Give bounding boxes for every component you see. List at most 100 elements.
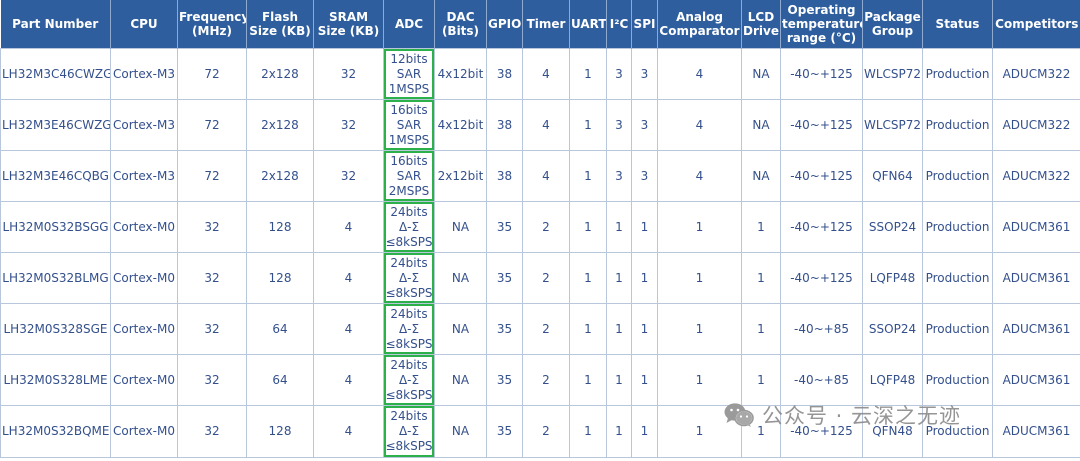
- cell-part-number: LH32M0S328SGE: [0, 303, 111, 355]
- cell-spi: 1: [631, 252, 658, 304]
- cell-adc: 24bits Δ-Σ ≤8kSPS: [383, 405, 435, 458]
- cell-competitors: ADUCM361: [992, 252, 1080, 304]
- cell-competitors: ADUCM322: [992, 48, 1080, 100]
- cell-i2c: 3: [606, 150, 632, 202]
- cell-lcd-driver: 1: [741, 354, 781, 406]
- adc-line: 24bits: [390, 306, 428, 321]
- cell-sram-size: 4: [313, 405, 384, 458]
- cell-part-number: LH32M0S328LME: [0, 354, 111, 406]
- adc-line: Δ-Σ: [398, 219, 420, 234]
- cell-adc: 24bits Δ-Σ ≤8kSPS: [383, 201, 435, 253]
- cell-uart: 1: [569, 405, 607, 458]
- cell-sram-size: 4: [313, 252, 384, 304]
- col-header-dac: DAC (Bits): [434, 0, 487, 49]
- cell-operating-temperature: -40~+125: [780, 99, 863, 151]
- cell-competitors: ADUCM361: [992, 405, 1080, 458]
- cell-frequency: 72: [177, 150, 247, 202]
- table-row: LH32M0S328LME Cortex-M0 32 64 4 24bits Δ-Σ ≤8kS…: [0, 354, 1080, 406]
- cell-uart: 1: [569, 303, 607, 355]
- cell-sram-size: 32: [313, 150, 384, 202]
- adc-line: 16bits: [390, 153, 428, 168]
- cell-part-number: LH32M3E46CQBG: [0, 150, 111, 202]
- table-row: LH32M3C46CWZG Cortex-M3 72 2x128 32 12bits SAR…: [0, 48, 1080, 100]
- cell-i2c: 1: [606, 201, 632, 253]
- cell-frequency: 72: [177, 48, 247, 100]
- cell-frequency: 32: [177, 201, 247, 253]
- product-table: Part Number CPU Frequency (MHz) Flash Si…: [0, 0, 1080, 458]
- cell-frequency: 32: [177, 303, 247, 355]
- cell-cpu: Cortex-M3: [110, 150, 178, 202]
- col-header-status: Status: [922, 0, 993, 49]
- cell-dac: NA: [434, 354, 487, 406]
- cell-lcd-driver: 1: [741, 303, 781, 355]
- cell-gpio: 35: [486, 252, 523, 304]
- cell-cpu: Cortex-M0: [110, 303, 178, 355]
- col-header-package-group: Package Group: [862, 0, 923, 49]
- table-row: LH32M0S32BLMG Cortex-M0 32 128 4 24bits Δ-Σ ≤8k…: [0, 252, 1080, 304]
- cell-spi: 1: [631, 354, 658, 406]
- cell-gpio: 35: [486, 201, 523, 253]
- cell-spi: 1: [631, 201, 658, 253]
- watermark: 公众号 · 云深之无迹: [724, 400, 961, 430]
- col-header-spi: SPI: [631, 0, 658, 49]
- adc-line: 1MSPS: [388, 132, 430, 147]
- cell-sram-size: 32: [313, 99, 384, 151]
- cell-status: Production: [922, 354, 993, 406]
- cell-analog-comparator: 1: [657, 303, 742, 355]
- cell-analog-comparator: 4: [657, 150, 742, 202]
- cell-competitors: ADUCM361: [992, 303, 1080, 355]
- cell-flash-size: 128: [246, 201, 314, 253]
- cell-i2c: 3: [606, 48, 632, 100]
- cell-competitors: ADUCM361: [992, 354, 1080, 406]
- cell-cpu: Cortex-M3: [110, 48, 178, 100]
- adc-line: SAR: [396, 66, 422, 81]
- cell-status: Production: [922, 48, 993, 100]
- adc-line: SAR: [396, 117, 422, 132]
- cell-lcd-driver: NA: [741, 99, 781, 151]
- cell-timer: 2: [522, 252, 570, 304]
- cell-adc: 24bits Δ-Σ ≤8kSPS: [383, 354, 435, 406]
- cell-cpu: Cortex-M0: [110, 405, 178, 458]
- cell-operating-temperature: -40~+85: [780, 354, 863, 406]
- cell-frequency: 32: [177, 405, 247, 458]
- cell-status: Production: [922, 150, 993, 202]
- adc-line: 12bits: [390, 51, 428, 66]
- cell-spi: 3: [631, 150, 658, 202]
- adc-line: Δ-Σ: [398, 424, 420, 438]
- cell-timer: 4: [522, 99, 570, 151]
- cell-competitors: ADUCM322: [992, 150, 1080, 202]
- col-header-operating-temperature: Operating temperature range (°C): [780, 0, 863, 49]
- cell-gpio: 38: [486, 48, 523, 100]
- cell-dac: 4x12bit: [434, 99, 487, 151]
- cell-operating-temperature: -40~+125: [780, 48, 863, 100]
- cell-status: Production: [922, 252, 993, 304]
- table-row: LH32M3E46CWZG Cortex-M3 72 2x128 32 16bits SAR…: [0, 99, 1080, 151]
- cell-dac: 4x12bit: [434, 48, 487, 100]
- cell-spi: 1: [631, 303, 658, 355]
- col-header-lcd-driver: LCD Driver: [741, 0, 781, 49]
- cell-uart: 1: [569, 252, 607, 304]
- table-row: LH32M0S32BSGG Cortex-M0 32 128 4 24bits Δ-Σ ≤8k…: [0, 201, 1080, 253]
- cell-operating-temperature: -40~+125: [780, 150, 863, 202]
- col-header-analog-comparator: Analog Comparator: [657, 0, 742, 49]
- cell-status: Production: [922, 201, 993, 253]
- cell-adc: 24bits Δ-Σ ≤8kSPS: [383, 252, 435, 304]
- cell-lcd-driver: 1: [741, 252, 781, 304]
- cell-dac: 2x12bit: [434, 150, 487, 202]
- cell-sram-size: 32: [313, 48, 384, 100]
- cell-analog-comparator: 4: [657, 48, 742, 100]
- cell-dac: NA: [434, 405, 487, 458]
- cell-cpu: Cortex-M3: [110, 99, 178, 151]
- cell-i2c: 1: [606, 303, 632, 355]
- cell-package-group: SSOP24: [862, 303, 923, 355]
- adc-line: ≤8kSPS: [385, 336, 433, 351]
- cell-analog-comparator: 1: [657, 201, 742, 253]
- adc-line: Δ-Σ: [398, 372, 420, 387]
- cell-sram-size: 4: [313, 303, 384, 355]
- cell-adc: 16bits SAR 2MSPS: [383, 150, 435, 202]
- table-body: LH32M3C46CWZG Cortex-M3 72 2x128 32 12bits SAR…: [0, 48, 1080, 458]
- cell-analog-comparator: 4: [657, 99, 742, 151]
- header-row: Part Number CPU Frequency (MHz) Flash Si…: [0, 0, 1080, 49]
- cell-i2c: 3: [606, 99, 632, 151]
- adc-line: ≤8kSPS: [385, 439, 433, 453]
